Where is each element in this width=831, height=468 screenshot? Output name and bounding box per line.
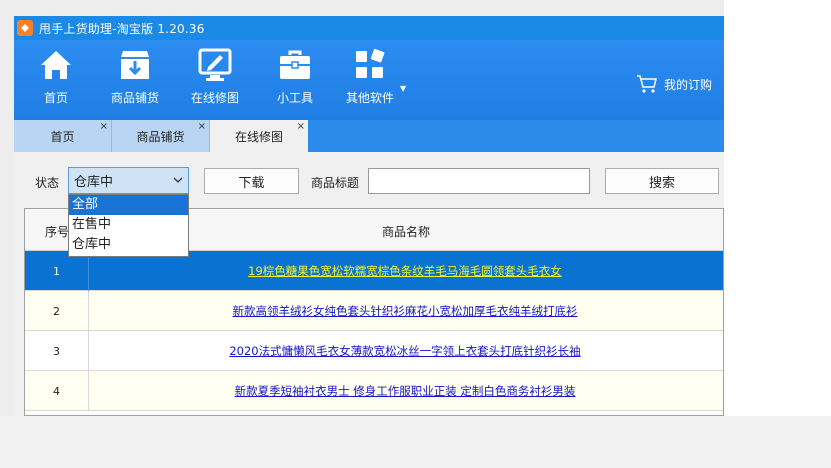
close-icon[interactable]: ×: [297, 121, 305, 132]
background-strip: [0, 416, 831, 468]
table-row[interactable]: 4 新款夏季短袖衬衣男士 修身工作服职业正装 定制白色商务衬衫男装: [25, 371, 723, 411]
status-select-value: 仓库中: [74, 175, 114, 190]
monitor-edit-icon: [198, 48, 232, 81]
toolbar-home-button[interactable]: 首页: [20, 48, 92, 112]
tab-photo-edit[interactable]: 在线修图 ×: [210, 120, 308, 152]
my-subscription-button[interactable]: 我的订购: [636, 74, 712, 94]
toolbar-products-label: 商品铺货: [110, 91, 159, 105]
toolbar-other-software-button[interactable]: 其他软件: [334, 48, 406, 112]
box-icon: [121, 51, 149, 79]
tab-products[interactable]: 商品铺货 ×: [112, 120, 210, 152]
table-row[interactable]: 2 新款高领羊绒衫女纯色套头针织衫麻花小宽松加厚毛衣纯羊绒打底衫: [25, 291, 723, 331]
toolbar-other-software-label: 其他软件: [345, 91, 394, 105]
search-button[interactable]: 搜索: [605, 168, 719, 194]
product-name-link[interactable]: 19棕色糖果色宽松软糯宽棕色条纹羊毛马海毛圆领套头毛衣女: [89, 251, 721, 291]
main-toolbar: 首页 商品铺货 在线修图 小工具 其他软件 ▼ 我的订购: [14, 40, 724, 120]
toolbar-tools-label: 小工具: [276, 91, 313, 105]
tab-home[interactable]: 首页 ×: [14, 120, 112, 152]
toolbar-photo-edit-label: 在线修图: [190, 91, 239, 105]
product-title-label: 商品标题: [311, 176, 360, 190]
toolbar-tools-button[interactable]: 小工具: [259, 48, 331, 112]
product-name-link[interactable]: 2020法式慵懒风毛衣女薄款宽松冰丝一字领上衣套头打底针织衫长袖: [89, 331, 721, 371]
chevron-down-icon: [173, 177, 183, 183]
row-index: 4: [25, 371, 89, 411]
status-dropdown-list: 全部 在售中 仓库中: [68, 194, 189, 257]
column-header-index[interactable]: 序号: [45, 223, 69, 240]
toolbar-home-label: 首页: [43, 91, 68, 105]
app-window: 甩手上货助理-淘宝版 1.20.36 首页 商品铺货 在线修图 小工具 其他软件…: [14, 16, 724, 416]
download-button-label: 下载: [238, 175, 265, 191]
table-row[interactable]: 1 19棕色糖果色宽松软糯宽棕色条纹羊毛马海毛圆领套头毛衣女: [25, 251, 723, 291]
close-icon[interactable]: ×: [198, 121, 206, 132]
cart-icon: [637, 75, 657, 93]
dropdown-option-on-sale[interactable]: 在售中: [69, 215, 188, 235]
app-logo-icon: [17, 20, 33, 36]
tab-products-label: 商品铺货: [136, 129, 185, 144]
toolbar-products-button[interactable]: 商品铺货: [99, 48, 171, 112]
table-row[interactable]: 3 2020法式慵懒风毛衣女薄款宽松冰丝一字领上衣套头打底针织衫长袖: [25, 331, 723, 371]
row-index: 3: [25, 331, 89, 371]
window-title: 甩手上货助理-淘宝版 1.20.36: [39, 21, 205, 36]
status-label: 状态: [35, 176, 60, 190]
tab-home-label: 首页: [50, 129, 75, 144]
more-dropdown-icon[interactable]: ▼: [400, 84, 406, 93]
close-icon[interactable]: ×: [100, 121, 108, 132]
product-name-link[interactable]: 新款高领羊绒衫女纯色套头针织衫麻花小宽松加厚毛衣纯羊绒打底衫: [89, 291, 721, 331]
title-bar: 甩手上货助理-淘宝版 1.20.36: [14, 16, 724, 40]
my-subscription-label: 我的订购: [664, 77, 713, 92]
dropdown-option-in-stock[interactable]: 仓库中: [69, 235, 188, 255]
product-title-input[interactable]: [368, 168, 590, 194]
column-header-name[interactable]: 商品名称: [382, 223, 430, 240]
toolbar-photo-edit-button[interactable]: 在线修图: [179, 48, 251, 112]
tab-photo-edit-label: 在线修图: [234, 129, 283, 144]
product-name-link[interactable]: 新款夏季短袖衬衣男士 修身工作服职业正装 定制白色商务衬衫男装: [89, 371, 721, 411]
toolbox-icon: [280, 50, 310, 79]
row-index: 1: [25, 251, 89, 291]
search-button-label: 搜索: [648, 175, 675, 191]
dropdown-option-all[interactable]: 全部: [69, 195, 188, 215]
apps-icon: [356, 48, 385, 78]
download-button[interactable]: 下载: [204, 168, 299, 194]
background-panel: [724, 0, 831, 468]
tab-bar: 首页 × 商品铺货 × 在线修图 ×: [14, 120, 724, 152]
home-icon: [41, 51, 71, 79]
status-select[interactable]: 仓库中: [68, 167, 189, 194]
row-index: 2: [25, 291, 89, 331]
